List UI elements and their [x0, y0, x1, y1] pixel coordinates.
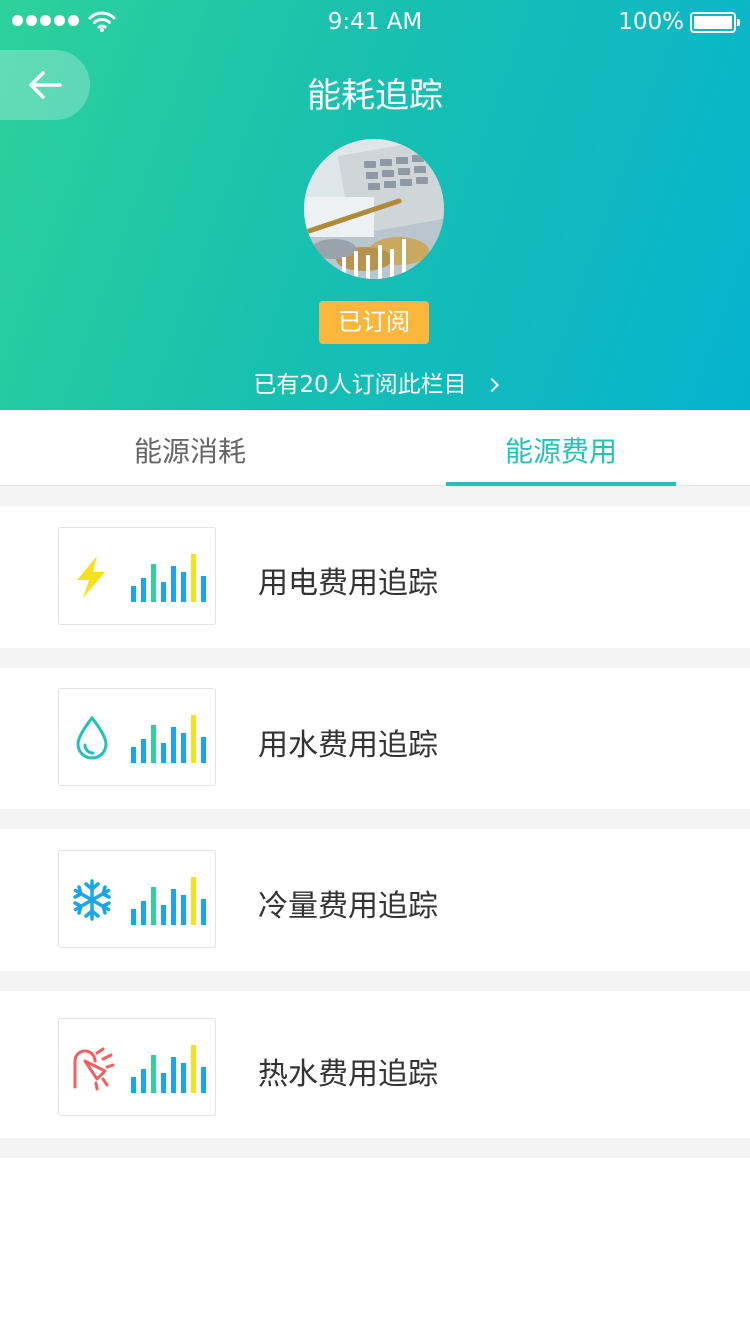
column-cover-image: [304, 139, 444, 279]
item-label: 冷量费用追踪: [258, 889, 438, 924]
cost-tracking-list: 用电费用追踪 用水费用追踪 冷量费用追踪 热水费用追踪: [0, 486, 750, 1158]
battery-percent: 100%: [618, 9, 684, 35]
list-item-hot-water-cost[interactable]: 热水费用追踪: [0, 991, 750, 1138]
chevron-right-icon: [484, 377, 499, 393]
item-label: 热水费用追踪: [258, 1057, 438, 1092]
item-icon-box: [58, 527, 216, 625]
item-icon-box: [58, 850, 216, 948]
header: 9:41 AM 100% 能耗追踪 已订阅 已有20人订阅此栏目: [0, 0, 750, 410]
item-icon-box: [58, 1018, 216, 1116]
bar-chart-icon: [131, 877, 206, 925]
page-title: 能耗追踪: [307, 76, 443, 116]
tab-energy-consumption[interactable]: 能源消耗: [0, 430, 380, 470]
water-drop-icon: [76, 715, 108, 760]
status-bar: 9:41 AM 100%: [0, 0, 750, 44]
item-label: 用水费用追踪: [258, 728, 438, 763]
list-item-electricity-cost[interactable]: 用电费用追踪: [0, 506, 750, 648]
subscriber-count-text: 已有20人订阅此栏目: [253, 372, 467, 398]
tab-energy-cost[interactable]: 能源费用: [446, 430, 676, 470]
lightning-icon: [77, 556, 105, 598]
list-item-cooling-cost[interactable]: 冷量费用追踪: [0, 829, 750, 971]
item-label: 用电费用追踪: [258, 566, 438, 601]
subscriber-count-link[interactable]: 已有20人订阅此栏目: [0, 365, 750, 399]
bar-chart-icon: [131, 1045, 206, 1093]
snowflake-icon: [73, 879, 111, 921]
list-item-water-cost[interactable]: 用水费用追踪: [0, 668, 750, 809]
hot-water-icon: [73, 1047, 115, 1091]
subscribed-badge[interactable]: 已订阅: [319, 301, 429, 344]
battery-icon: [690, 12, 740, 33]
tab-bar: 能源消耗 能源费用: [0, 410, 750, 486]
item-icon-box: [58, 688, 216, 786]
bar-chart-icon: [131, 554, 206, 602]
bar-chart-icon: [131, 715, 206, 763]
